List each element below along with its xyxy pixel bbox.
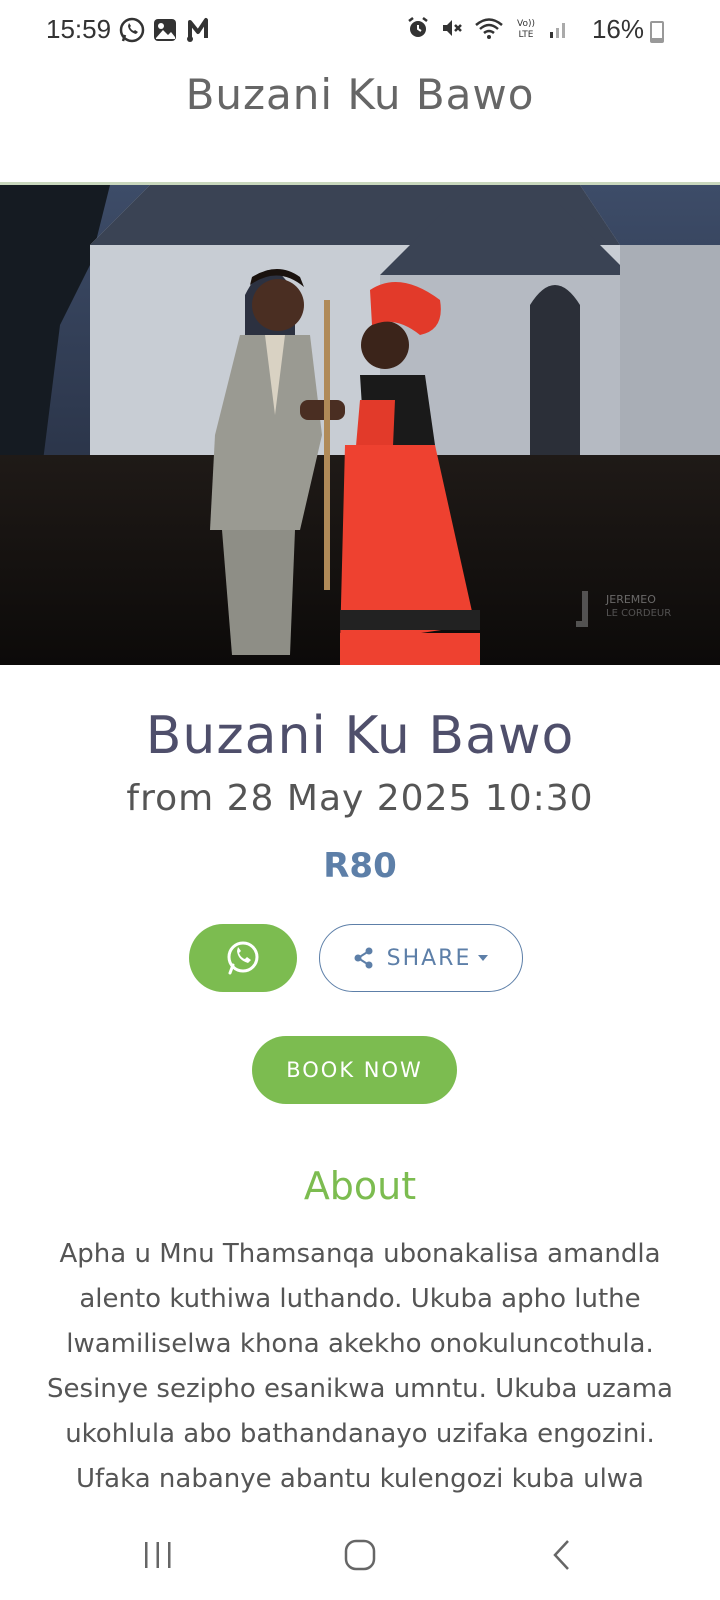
battery-percent: 16% (591, 14, 644, 44)
whatsapp-share-button[interactable] (189, 924, 297, 992)
book-now-button[interactable]: BOOK NOW (252, 1036, 457, 1104)
home-icon (344, 1539, 376, 1571)
page-header-title: Buzani Ku Bawo (185, 70, 535, 119)
caret-down-icon (478, 955, 489, 961)
volte-icon: Vo)) LTE (517, 19, 535, 40)
event-title: Buzani Ku Bawo (145, 706, 575, 766)
svg-text:LTE: LTE (519, 30, 534, 40)
svg-text:JEREMEO: JEREMEO (605, 593, 656, 606)
whatsapp-icon (227, 941, 259, 975)
status-bar: 15:59 Vo)) LTE 16% (0, 0, 720, 64)
about-heading: About (303, 1164, 417, 1208)
music-icon (187, 18, 208, 42)
signal-icon (550, 23, 565, 38)
back-button[interactable] (532, 1530, 592, 1580)
share-dropdown-button[interactable]: SHARE (319, 924, 523, 992)
event-hero-image: JEREMEO LE CORDEUR (0, 185, 720, 665)
wifi-icon (475, 18, 503, 39)
gallery-icon (154, 19, 176, 41)
battery-icon (650, 21, 664, 43)
status-time: 15:59 (46, 14, 112, 44)
svg-text:LE CORDEUR: LE CORDEUR (606, 608, 671, 619)
status-left-icons (118, 16, 212, 44)
whatsapp-icon (119, 17, 145, 43)
event-price: R80 (323, 846, 397, 886)
share-icon (354, 947, 373, 969)
mute-icon (443, 20, 462, 36)
recent-apps-icon (145, 1542, 171, 1568)
svg-text:Vo)): Vo)) (517, 19, 535, 29)
alarm-icon (408, 17, 428, 37)
share-label: SHARE (386, 945, 472, 971)
system-nav-bar (0, 1510, 720, 1600)
about-text: Apha u Mnu Thamsanqa ubonakalisa amandla… (47, 1239, 673, 1494)
back-icon (553, 1540, 569, 1570)
recent-apps-button[interactable] (128, 1530, 188, 1580)
status-right-icons: Vo)) LTE (406, 16, 570, 40)
event-date: from 28 May 2025 10:30 (126, 778, 594, 819)
home-button[interactable] (330, 1530, 390, 1580)
